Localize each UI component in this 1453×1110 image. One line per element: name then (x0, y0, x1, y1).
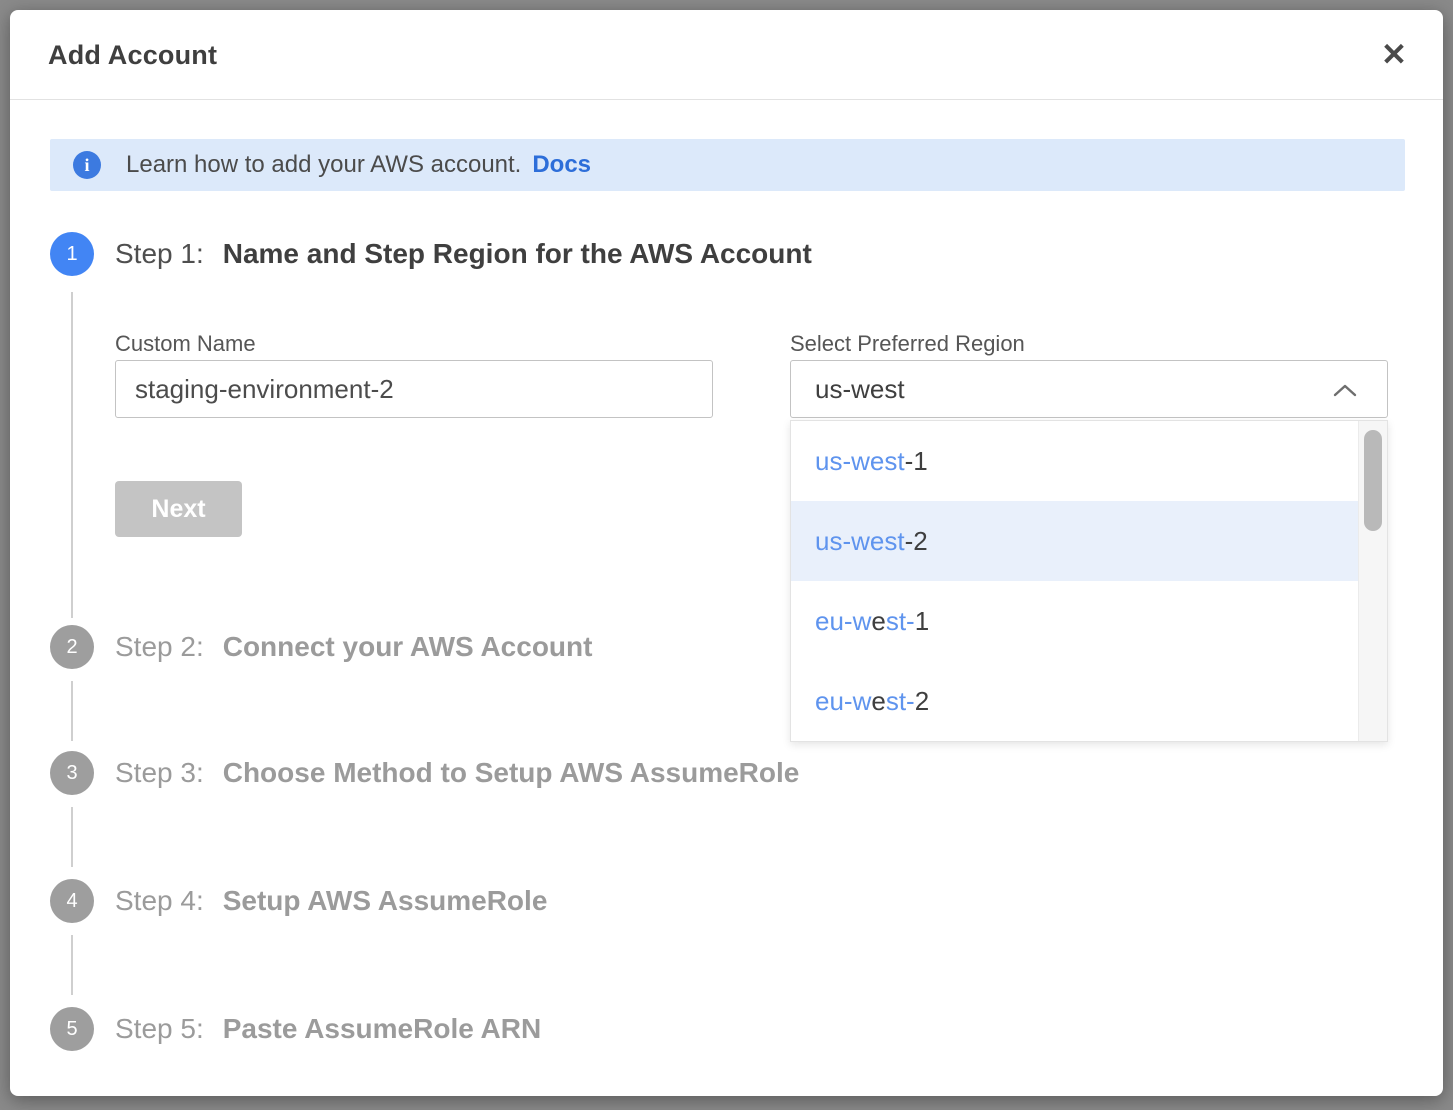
step-2-header: 2 Step 2:Connect your AWS Account (50, 625, 592, 669)
step-4-badge: 4 (50, 879, 94, 923)
region-label: Select Preferred Region (790, 331, 1025, 357)
close-icon[interactable]: ✕ (1373, 34, 1415, 76)
add-account-modal: Add Account ✕ i Learn how to add your AW… (10, 10, 1443, 1096)
region-dropdown: us-west-1 us-west-2 eu-west-1 eu-west-2 (790, 420, 1388, 742)
step-5-badge: 5 (50, 1007, 94, 1051)
region-select-value: us-west (815, 374, 905, 405)
region-option-eu-west-2[interactable]: eu-west-2 (791, 661, 1358, 741)
custom-name-label: Custom Name (115, 331, 256, 357)
dropdown-scrollbar-thumb[interactable] (1364, 430, 1382, 531)
step-1-prefix: Step 1: (115, 238, 204, 269)
step-2-label: Step 2:Connect your AWS Account (115, 631, 592, 663)
step-connector (71, 292, 73, 618)
modal-title: Add Account (48, 10, 217, 100)
info-banner: i Learn how to add your AWS account. Doc… (50, 139, 1405, 191)
next-button[interactable]: Next (115, 481, 242, 537)
region-option-us-west-2[interactable]: us-west-2 (791, 501, 1358, 581)
modal-header: Add Account ✕ (10, 10, 1443, 100)
step-1-badge: 1 (50, 232, 94, 276)
banner-text: Learn how to add your AWS account. (126, 151, 521, 179)
step-4-header: 4 Step 4:Setup AWS AssumeRole (50, 879, 547, 923)
step-3-badge: 3 (50, 751, 94, 795)
step-1-header: 1 Step 1: Name and Step Region for the AW… (50, 232, 812, 276)
step-1-label: Step 1: Name and Step Region for the AWS … (115, 238, 812, 270)
dropdown-scrollbar-track[interactable] (1358, 421, 1387, 741)
docs-link[interactable]: Docs (532, 151, 591, 179)
step-1-title: Name and Step Region for the AWS Account (223, 238, 812, 269)
step-3-header: 3 Step 3:Choose Method to Setup AWS Assu… (50, 751, 799, 795)
step-2-badge: 2 (50, 625, 94, 669)
region-option-us-west-1[interactable]: us-west-1 (791, 421, 1358, 501)
step-3-label: Step 3:Choose Method to Setup AWS Assume… (115, 757, 799, 789)
step-5-label: Step 5:Paste AssumeRole ARN (115, 1013, 541, 1045)
region-options: us-west-1 us-west-2 eu-west-1 eu-west-2 (791, 421, 1358, 741)
region-select[interactable]: us-west (790, 360, 1388, 418)
chevron-up-icon (1333, 384, 1357, 402)
step-connector (71, 935, 73, 995)
region-option-eu-west-1[interactable]: eu-west-1 (791, 581, 1358, 661)
step-4-label: Step 4:Setup AWS AssumeRole (115, 885, 547, 917)
step-5-header: 5 Step 5:Paste AssumeRole ARN (50, 1007, 541, 1051)
info-icon: i (73, 151, 101, 179)
custom-name-input[interactable] (115, 360, 713, 418)
step-connector (71, 681, 73, 741)
step-connector (71, 807, 73, 867)
